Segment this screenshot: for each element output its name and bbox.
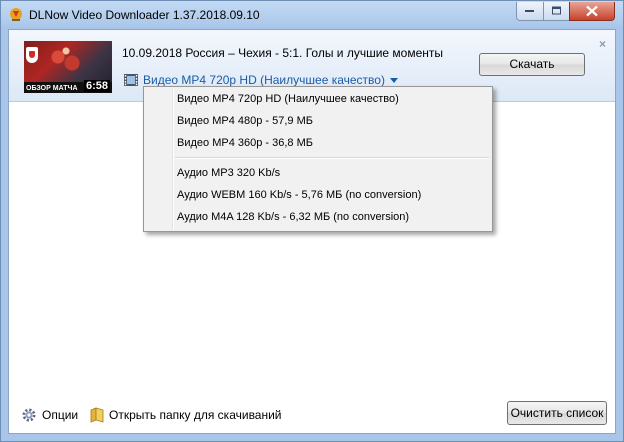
- menu-item-mp4-720p[interactable]: Видео MP4 720p HD (Наилучшее качество): [177, 88, 399, 110]
- maximize-icon: [551, 6, 561, 15]
- menu-item-mp4-360p[interactable]: Видео MP4 360p - 36,8 МБ: [177, 132, 313, 154]
- menu-item-mp3-320[interactable]: Аудио MP3 320 Kb/s: [177, 162, 280, 184]
- team-crest-icon: [26, 47, 38, 63]
- close-window-button[interactable]: [569, 2, 615, 21]
- video-duration: 6:58: [83, 80, 110, 92]
- minimize-button[interactable]: [516, 2, 544, 21]
- maximize-button[interactable]: [543, 2, 570, 21]
- app-logo-icon: [10, 8, 22, 21]
- film-icon: [124, 74, 138, 86]
- close-icon: [586, 5, 598, 17]
- minimize-icon: [525, 10, 534, 12]
- format-dropdown-menu: Видео MP4 720p HD (Наилучшее качество) В…: [143, 86, 493, 232]
- thumbnail-caption: ОБЗОР МАТЧА: [26, 85, 78, 92]
- video-thumbnail[interactable]: ОБЗОР МАТЧА 6:58: [24, 41, 112, 93]
- menu-item-mp4-480p[interactable]: Видео MP4 480p - 57,9 МБ: [177, 110, 313, 132]
- gear-icon: [22, 408, 36, 422]
- open-folder-label: Открыть папку для скачиваний: [109, 408, 282, 422]
- menu-item-m4a-128[interactable]: Аудио M4A 128 Kb/s - 6,32 МБ (no convers…: [177, 206, 409, 228]
- remove-item-button[interactable]: ×: [599, 37, 606, 51]
- folder-icon: [90, 407, 104, 423]
- video-title: 10.09.2018 Россия – Чехия - 5:1. Голы и …: [122, 46, 443, 60]
- clear-list-button[interactable]: Очистить список: [507, 401, 607, 425]
- open-folder-button[interactable]: Открыть папку для скачиваний: [90, 407, 282, 423]
- download-button[interactable]: Скачать: [479, 53, 585, 76]
- menu-separator: [175, 157, 489, 159]
- options-label: Опции: [42, 408, 79, 422]
- menu-icon-gutter: [172, 89, 174, 229]
- window-title: DLNow Video Downloader 1.37.2018.09.10: [29, 8, 260, 22]
- menu-item-webm-160[interactable]: Аудио WEBM 160 Kb/s - 5,76 МБ (no conver…: [177, 184, 421, 206]
- thumbnail-players-image: [46, 41, 86, 81]
- footer-bar: Опции Открыть папку для скачиваний Очист…: [9, 398, 615, 433]
- title-bar[interactable]: DLNow Video Downloader 1.37.2018.09.10: [1, 1, 623, 29]
- chevron-down-icon[interactable]: [389, 77, 398, 83]
- options-button[interactable]: Опции: [21, 407, 78, 423]
- selected-format-label[interactable]: Видео MP4 720p HD (Наилучшее качество): [143, 73, 385, 87]
